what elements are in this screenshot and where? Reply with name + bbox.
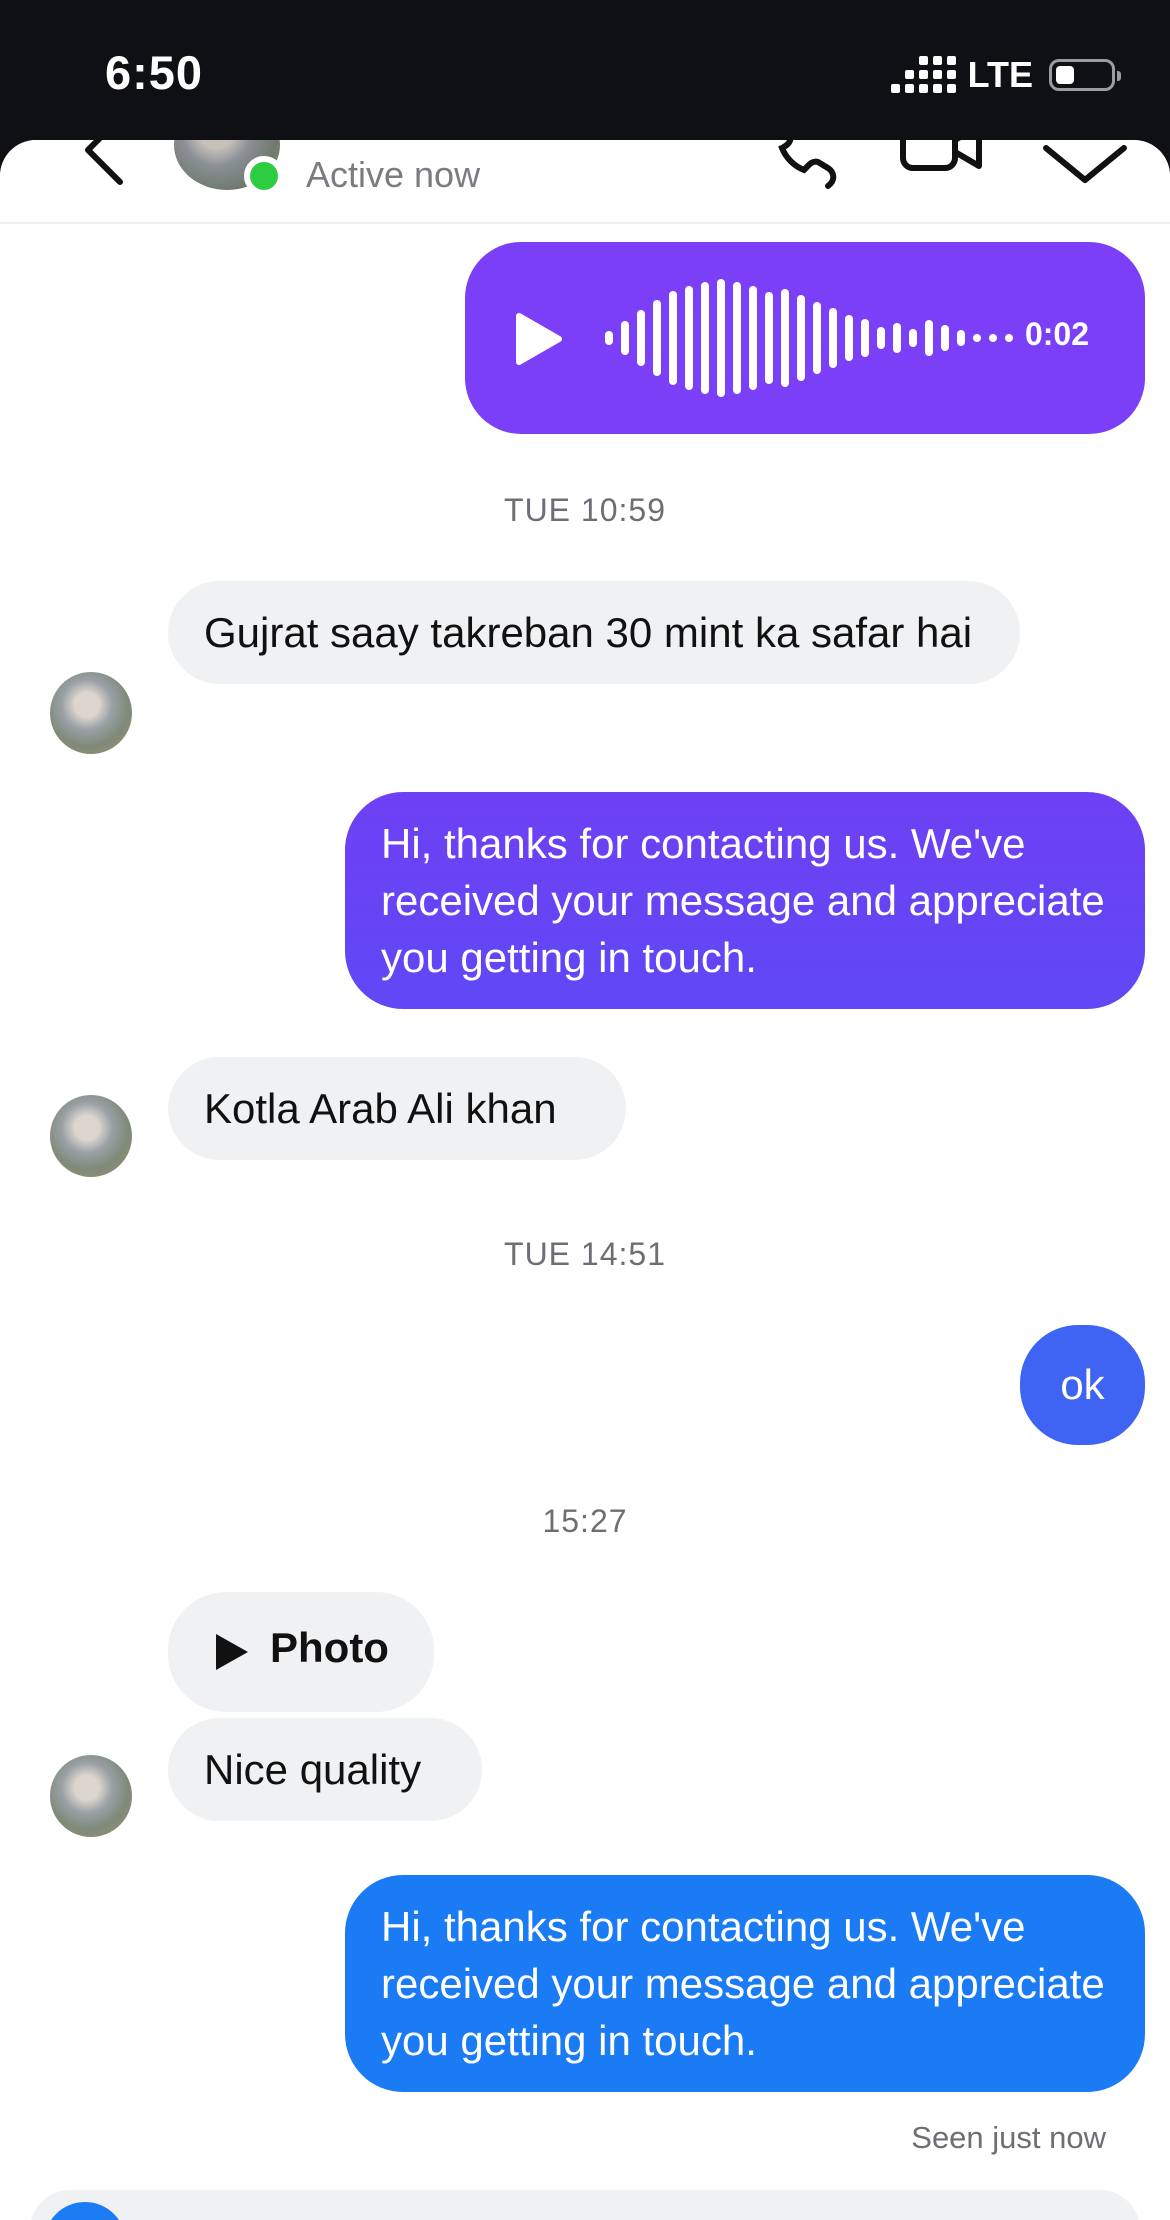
network-label: LTE	[967, 54, 1033, 95]
phone-icon[interactable]	[750, 140, 840, 190]
video-camera-icon[interactable]	[895, 140, 985, 190]
timestamp: TUE 10:59	[504, 492, 666, 528]
signal-icon	[890, 56, 956, 93]
incoming-message[interactable]: Nice quality	[168, 1718, 482, 1821]
outgoing-message[interactable]: ok	[1020, 1325, 1145, 1445]
message-list[interactable]: 0:02 TUE 10:59 Gujrat saay takreban 30 m…	[0, 140, 1170, 2220]
voice-message-bubble[interactable]: 0:02	[465, 242, 1145, 434]
info-icon[interactable]	[1040, 140, 1130, 190]
status-time: 6:50	[105, 46, 204, 99]
photo-label: Photo	[270, 1624, 389, 1671]
play-icon	[216, 1634, 248, 1670]
status-indicators: LTE	[890, 54, 1121, 96]
avatar[interactable]	[50, 1095, 132, 1177]
status-bar: 6:50 LTE	[0, 0, 1170, 150]
active-status: Active now	[306, 154, 481, 195]
seen-indicator: Seen just now	[911, 2120, 1106, 2155]
battery-icon	[1049, 59, 1121, 91]
online-status-dot	[244, 156, 284, 196]
timestamp: 15:27	[542, 1503, 628, 1539]
audio-duration: 0:02	[1024, 316, 1089, 352]
avatar[interactable]	[50, 1755, 132, 1837]
timestamp: TUE 14:51	[504, 1236, 666, 1272]
waveform-icon	[605, 276, 1013, 400]
message-composer[interactable]	[30, 2190, 1140, 2220]
conversation-sheet: 0:02 TUE 10:59 Gujrat saay takreban 30 m…	[0, 140, 1170, 2220]
outgoing-message[interactable]: Hi, thanks for contacting us. We've rece…	[345, 792, 1145, 1009]
chat-header: Active now	[0, 140, 1170, 224]
outgoing-message[interactable]: Hi, thanks for contacting us. We've rece…	[345, 1875, 1145, 2092]
avatar[interactable]	[50, 672, 132, 754]
photo-message[interactable]: Photo	[168, 1592, 434, 1712]
back-chevron-icon[interactable]	[62, 140, 142, 190]
play-icon[interactable]	[515, 312, 563, 366]
incoming-message[interactable]: Gujrat saay takreban 30 mint ka safar ha…	[168, 581, 1020, 684]
incoming-message[interactable]: Kotla Arab Ali khan	[168, 1057, 626, 1160]
